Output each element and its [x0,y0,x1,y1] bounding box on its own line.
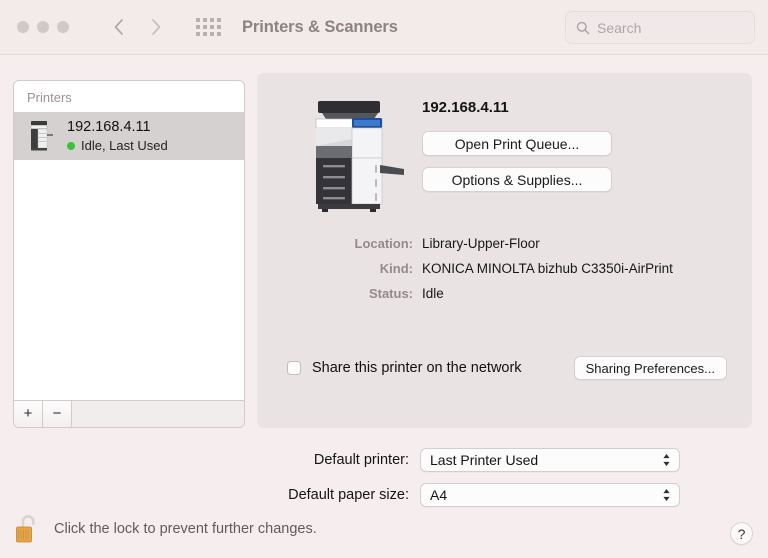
back-icon[interactable] [111,17,127,37]
remove-printer-button[interactable]: − [43,401,72,427]
sharing-preferences-button[interactable]: Sharing Preferences... [573,356,727,380]
default-paper-size-select[interactable]: A4 [420,483,680,507]
printer-status-line: Idle, Last Used [67,138,168,153]
info-value-kind: KONICA MINOLTA bizhub C3350i-AirPrint [422,261,673,276]
printer-info-grid: Location: Library-Upper-Floor Kind: KONI… [257,236,752,311]
info-label-location: Location: [354,236,414,251]
info-value-location: Library-Upper-Floor [422,236,540,251]
sidebar-empty-area [14,160,244,400]
add-printer-button[interactable]: + [14,401,43,427]
default-printer-label: Default printer: [313,452,409,468]
info-row-kind: Kind: KONICA MINOLTA bizhub C3350i-AirPr… [257,261,752,286]
minimize-button[interactable] [37,21,49,33]
printer-status-text: Idle, Last Used [81,138,168,153]
options-and-supplies-button[interactable]: Options & Supplies... [422,167,612,192]
traffic-lights [17,21,69,33]
search-input[interactable]: Search [597,20,641,36]
show-all-grid-icon[interactable] [196,18,221,36]
open-print-queue-button[interactable]: Open Print Queue... [422,131,612,156]
lock-instruction-text: Click the lock to prevent further change… [54,521,317,537]
info-label-kind: Kind: [379,261,413,276]
navigation-arrows [111,17,164,37]
printer-small-icon [26,119,56,153]
share-printer-checkbox[interactable] [287,361,301,375]
info-label-status: Status: [368,286,413,301]
default-printer-value: Last Printer Used [430,452,539,468]
printer-row-text: 192.168.4.11 Idle, Last Used [67,119,168,153]
default-printer-select[interactable]: Last Printer Used [420,448,680,472]
default-paper-size-label: Default paper size: [288,487,409,503]
detail-printer-title: 192.168.4.11 [422,99,509,116]
printer-name: 192.168.4.11 [67,119,151,135]
info-row-status: Status: Idle [257,286,752,311]
search-field[interactable]: Search [565,11,755,44]
search-icon [576,21,590,34]
sidebar-footer: + − [14,400,244,427]
default-printer-row: Default printer: Last Printer Used [0,448,700,472]
chevron-updown-icon [663,489,670,501]
info-row-location: Location: Library-Upper-Floor [257,236,752,261]
default-paper-size-row: Default paper size: A4 [0,483,700,507]
sidebar-header-label: Printers [27,90,72,105]
share-printer-row: Share this printer on the network Sharin… [287,356,727,380]
unlocked-padlock-icon[interactable] [14,512,42,546]
page-title: Printers & Scanners [242,17,398,36]
status-dot-icon [67,141,75,150]
printer-large-icon [300,93,410,223]
share-printer-label: Share this printer on the network [312,360,522,376]
close-button[interactable] [17,21,29,33]
sidebar-item-printer[interactable]: 192.168.4.11 Idle, Last Used [14,112,244,160]
printers-sidebar: Printers 192.168.4.11 Idle, Last Used + … [13,80,245,428]
printer-detail-panel: 192.168.4.11 Open Print Queue... Options… [257,73,752,428]
chevron-updown-icon [663,454,670,466]
info-value-status: Idle [422,286,444,301]
window-titlebar: Printers & Scanners Search [0,0,768,55]
lock-bar[interactable]: Click the lock to prevent further change… [14,512,317,546]
forward-icon[interactable] [148,17,164,37]
help-button[interactable]: ? [730,522,753,545]
zoom-button[interactable] [57,21,69,33]
default-paper-size-value: A4 [430,487,448,503]
